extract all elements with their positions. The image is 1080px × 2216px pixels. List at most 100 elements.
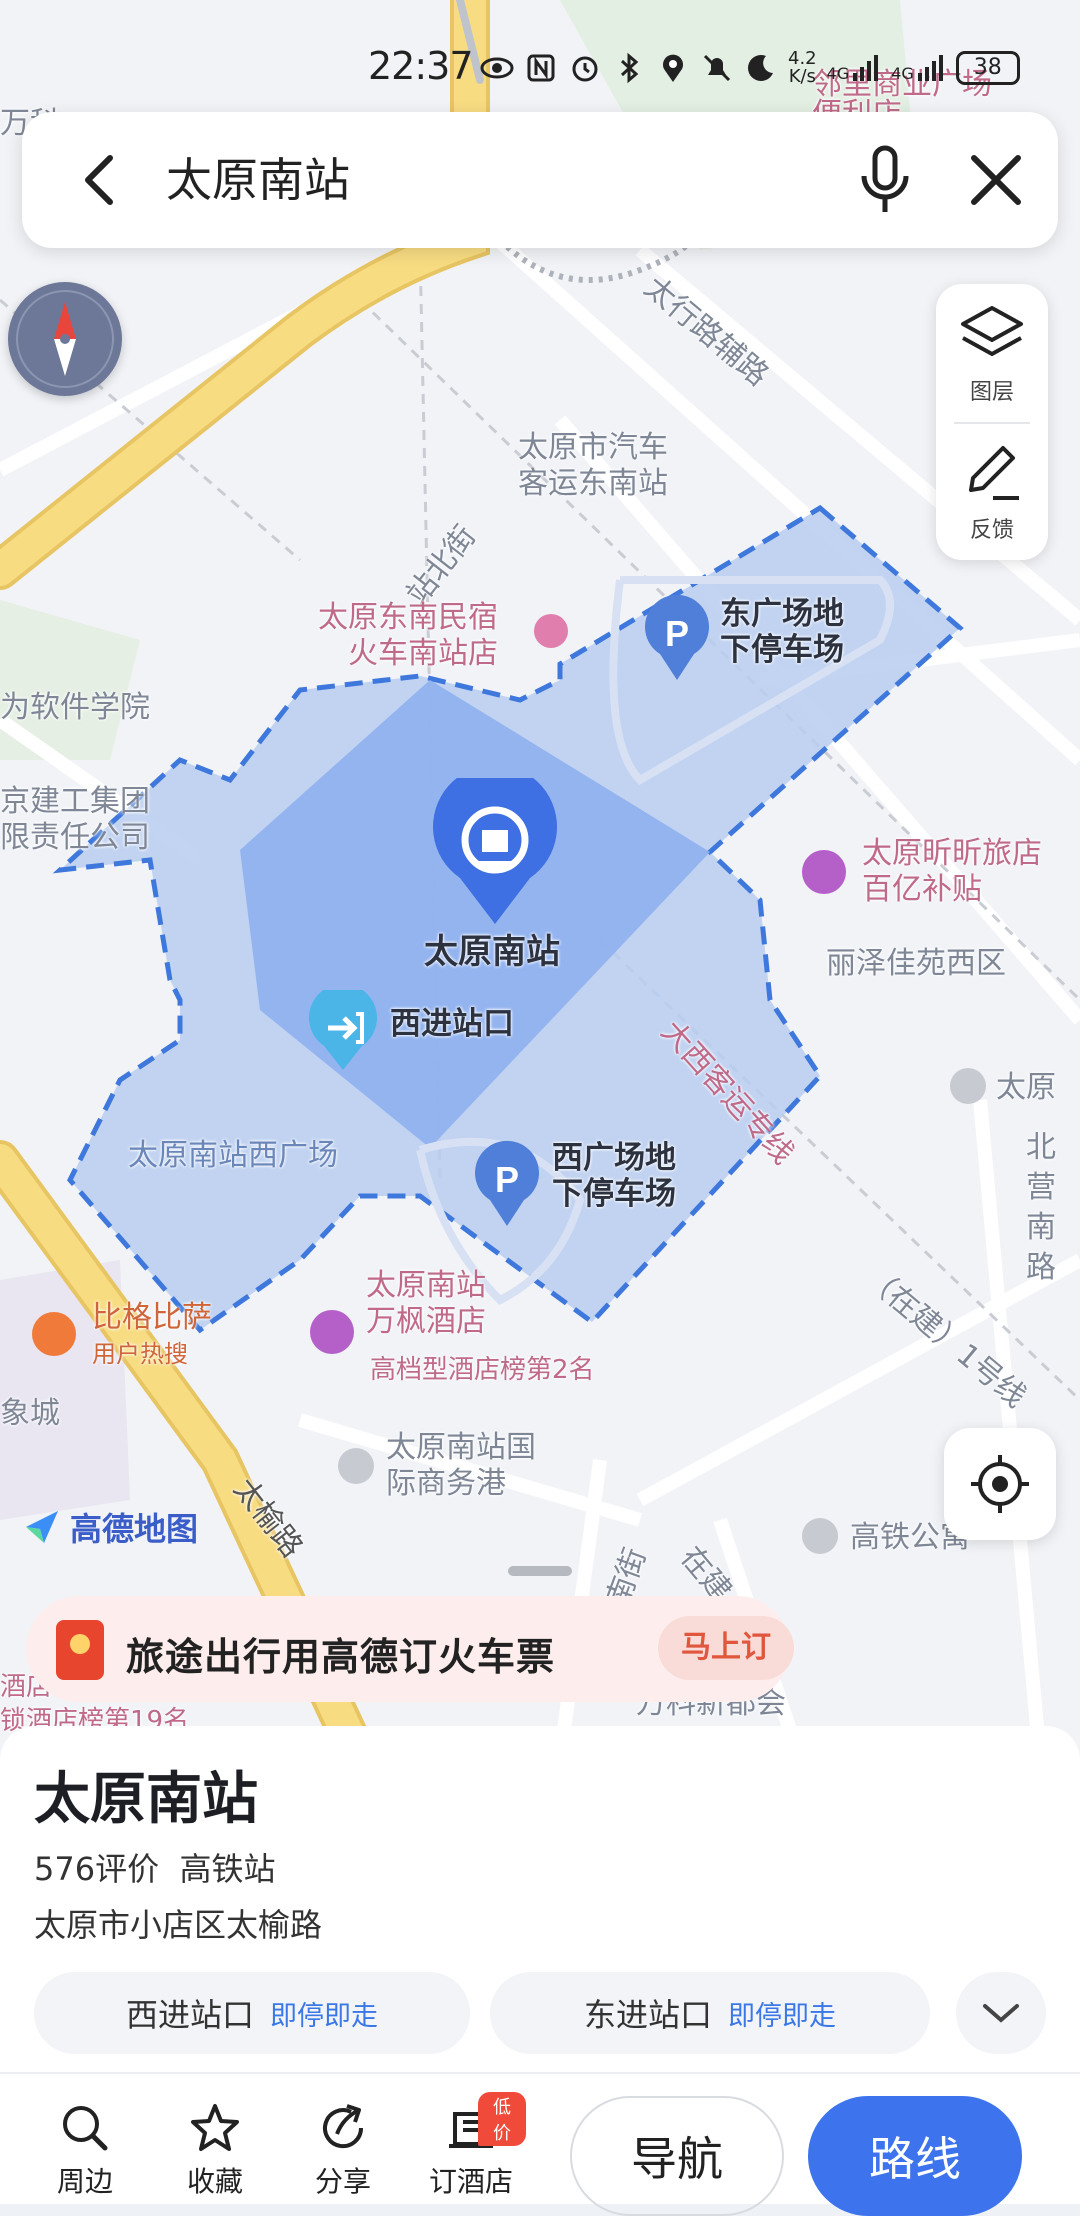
hotel-label: 订酒店 xyxy=(428,2165,513,2198)
share-icon xyxy=(323,2104,364,2149)
search-bar[interactable]: 太原南站 xyxy=(22,112,1058,248)
layers-label: 图层 xyxy=(969,380,1014,405)
map-label-east-parking[interactable]: 东广场地 下停车场 xyxy=(720,596,844,668)
promo-banner[interactable]: 旅途出行用高德订火车票 马上订 xyxy=(26,1596,794,1702)
sheet-drag-handle[interactable] xyxy=(508,1566,572,1576)
signal-bars-icon xyxy=(917,55,943,81)
navigate-button[interactable]: 导航 xyxy=(570,2096,784,2216)
favorite-button[interactable]: 收藏 xyxy=(160,2100,270,2200)
place-meta: 576评价 高铁站 xyxy=(34,1844,275,1890)
star-icon xyxy=(191,2104,239,2151)
expand-entrances-button[interactable] xyxy=(956,1972,1046,2054)
feedback-label: 反馈 xyxy=(969,518,1014,543)
favorite-label: 收藏 xyxy=(186,2165,243,2198)
map-label-wanfeng-hotel: 太原南站 万枫酒店 xyxy=(366,1268,486,1339)
mute-icon xyxy=(703,54,731,82)
layers-button[interactable]: 图层 xyxy=(936,302,1048,406)
restaurant-poi-icon[interactable] xyxy=(32,1312,76,1356)
entrance-name: 东进站口 xyxy=(583,1996,712,2034)
entrance-pin-icon[interactable] xyxy=(306,990,380,1072)
map-label-west-parking[interactable]: 西广场地 下停车场 xyxy=(552,1140,676,1212)
nearby-button[interactable]: 周边 xyxy=(30,2100,140,2200)
bottom-toolbar: 周边 收藏 分享 订酒店 低价 导航 路线 xyxy=(0,2072,1080,2216)
entrance-tag: 即停即走 xyxy=(728,2000,836,2032)
search-icon xyxy=(63,2106,108,2151)
place-category: 高铁站 xyxy=(179,1850,276,1888)
red-packet-icon xyxy=(56,1620,104,1680)
place-title: 太原南站 xyxy=(34,1767,258,1832)
eye-icon xyxy=(480,57,514,79)
share-button[interactable]: 分享 xyxy=(288,2100,398,2200)
bluetooth-icon xyxy=(620,52,639,84)
route-button[interactable]: 路线 xyxy=(808,2096,1022,2216)
entrance-name: 西进站口 xyxy=(125,1996,254,2034)
map-label-station[interactable]: 太原南站 xyxy=(424,934,560,970)
chevron-down-icon xyxy=(983,2004,1019,2023)
microphone-icon[interactable] xyxy=(850,142,920,218)
nearby-label: 周边 xyxy=(56,2165,113,2198)
entrance-chip-east[interactable]: 东进站口 即停即走 xyxy=(490,1972,930,2054)
review-count[interactable]: 576评价 xyxy=(34,1850,159,1888)
back-arrow-icon[interactable] xyxy=(70,148,134,212)
location-icon xyxy=(663,54,683,82)
compass-button[interactable] xyxy=(8,282,122,396)
amap-logo-icon xyxy=(26,1511,58,1543)
book-now-button[interactable]: 马上订 xyxy=(658,1616,794,1680)
building-poi-icon[interactable] xyxy=(338,1448,374,1484)
map-label-west-square: 太原南站西广场 xyxy=(128,1138,338,1173)
parking-pin-icon[interactable]: P xyxy=(470,1140,544,1230)
hotel-poi-icon[interactable] xyxy=(534,614,568,648)
amap-logo: 高德地图 xyxy=(22,1504,198,1550)
promo-text: 旅途出行用高德订火车票 xyxy=(126,1635,556,1679)
map-label-lize: 丽泽佳苑西区 xyxy=(826,946,1006,981)
close-icon[interactable] xyxy=(962,146,1030,214)
map-label-construction: 京建工集团 限责任公司 xyxy=(0,784,150,855)
map-label-pizza: 比格比萨 用户热搜 xyxy=(92,1300,212,1368)
battery-indicator: 38 xyxy=(955,51,1020,85)
signal-2: 4G xyxy=(891,53,946,83)
map-label-west-entrance[interactable]: 西进站口 xyxy=(390,1006,514,1042)
svg-text:P: P xyxy=(665,613,689,654)
map-label-homestay: 太原东南民宿 火车南站店 xyxy=(318,600,498,671)
low-price-badge: 低价 xyxy=(478,2092,526,2146)
hotel-poi-icon[interactable] xyxy=(802,850,846,894)
map-label-bus-station: 太原市汽车 客运东南站 xyxy=(518,430,668,501)
compass-icon xyxy=(16,290,114,388)
signal-bars-icon xyxy=(853,55,879,81)
map-label-xinxin-hotel: 太原昕昕旅店 百亿补贴 xyxy=(862,836,1042,907)
signal-1: 4G xyxy=(827,53,882,83)
building-poi-icon[interactable] xyxy=(802,1518,838,1554)
train-station-pin-icon[interactable] xyxy=(430,778,560,928)
clock: 22:37 xyxy=(368,44,474,88)
map-label-software: 为软件学院 xyxy=(0,690,150,725)
map-label-taiyuan-right: 太原 xyxy=(996,1070,1056,1105)
map-label-mall: 象城 xyxy=(0,1396,60,1431)
status-bar: 22:37 4.2 K/s 4G 4G 38 xyxy=(0,40,1080,90)
net-speed-unit: K/s xyxy=(788,66,816,87)
nfc-icon xyxy=(527,54,555,82)
map-view[interactable]: 万科… 邻里商业广场便利店 太原市汽车客运东南站 太行路辅路 站北街 太原东南民… xyxy=(0,0,1080,1760)
svg-text:P: P xyxy=(495,1159,519,1200)
pencil-icon xyxy=(969,446,1019,500)
map-label-business-port: 太原南站国 际商务港 xyxy=(386,1430,536,1501)
book-hotel-button[interactable]: 订酒店 低价 xyxy=(416,2092,526,2200)
hotel-poi-icon[interactable] xyxy=(310,1310,354,1354)
map-label-hotel-rank: 高档型酒店榜第2名 xyxy=(370,1355,595,1385)
search-query[interactable]: 太原南站 xyxy=(166,148,350,212)
parking-pin-icon[interactable]: P xyxy=(640,594,714,684)
entrance-tag: 即停即走 xyxy=(270,2000,378,2032)
locate-me-button[interactable] xyxy=(944,1428,1056,1540)
place-address: 太原市小店区太榆路 xyxy=(34,1906,323,1944)
amap-logo-text: 高德地图 xyxy=(70,1510,199,1548)
map-tools-panel: 图层 反馈 xyxy=(936,284,1048,560)
entrance-chip-west[interactable]: 西进站口 即停即走 xyxy=(34,1972,470,2054)
place-detail-sheet: 太原南站 576评价 高铁站 太原市小店区太榆路 西进站口 即停即走 东进站口 … xyxy=(0,1726,1080,2072)
feedback-button[interactable]: 反馈 xyxy=(936,440,1048,544)
layers-icon xyxy=(961,306,1023,356)
moon-icon xyxy=(748,55,773,81)
locate-icon xyxy=(971,1455,1029,1513)
alarm-icon xyxy=(572,56,598,82)
map-label-beiying: 北营南路 xyxy=(1026,1130,1056,1285)
building-poi-icon[interactable] xyxy=(950,1068,986,1104)
share-label: 分享 xyxy=(314,2165,371,2198)
